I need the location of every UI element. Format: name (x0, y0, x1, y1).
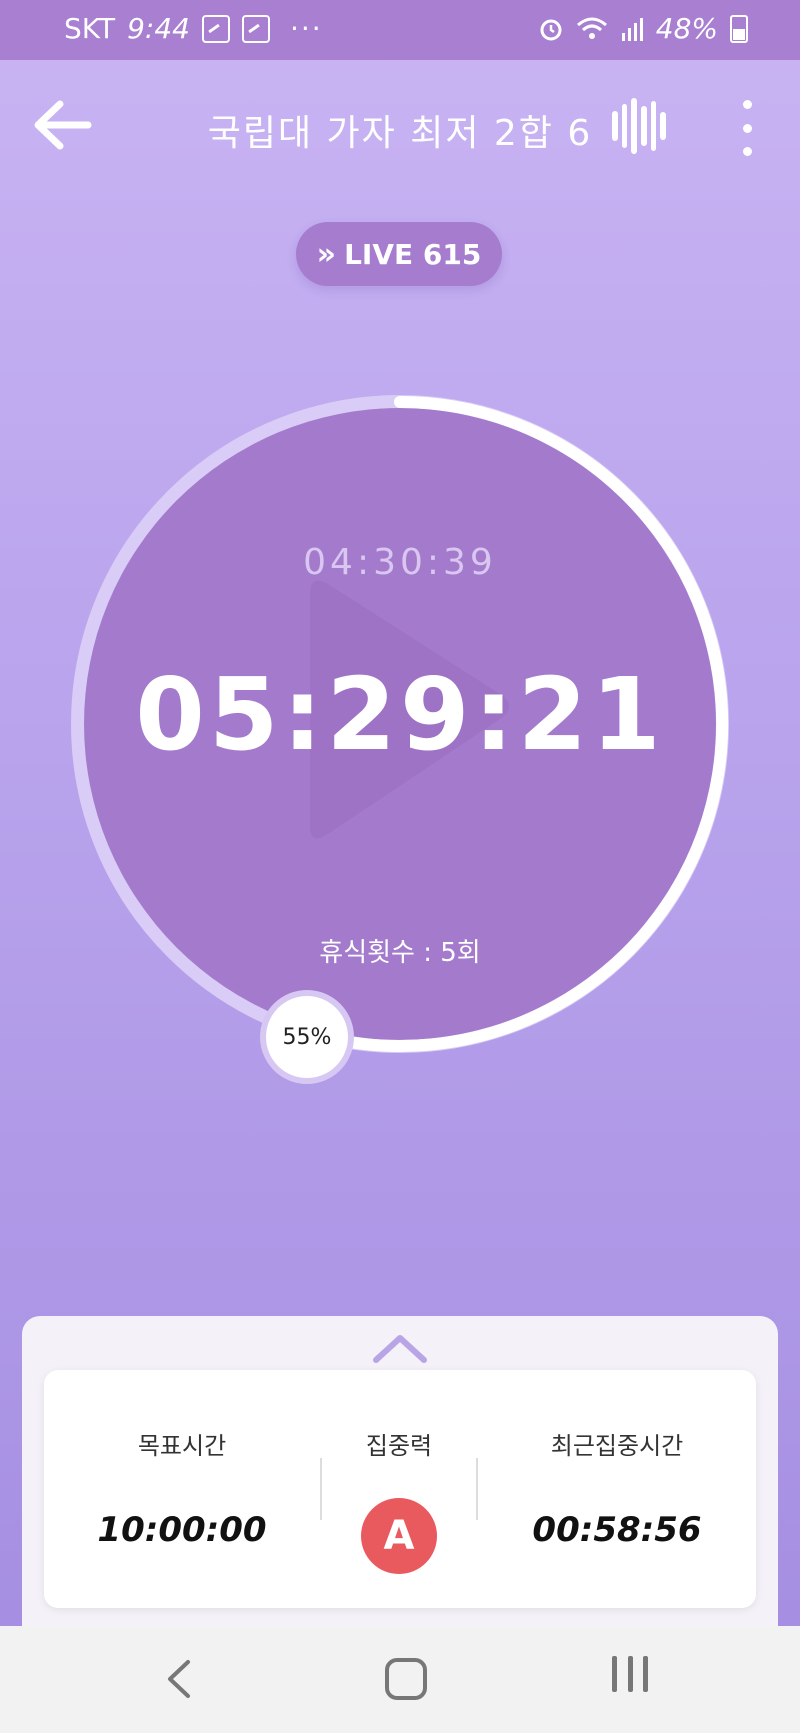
clock: 9:44 (127, 12, 190, 45)
stats-panel: 목표시간 10:00:00 집중력 A 최근집중시간 00:58:56 (22, 1316, 778, 1676)
notification-icon (241, 14, 270, 43)
alarm-icon (540, 19, 562, 40)
nav-home-icon[interactable] (385, 1658, 427, 1700)
rest-count: 휴식횟수 : 5회 (319, 938, 481, 968)
nav-recents-icon[interactable] (612, 1656, 648, 1698)
recent-value: 00:58:56 (532, 1510, 702, 1550)
live-button[interactable]: » LIVE 615 (296, 222, 502, 286)
chevron-up-icon[interactable] (372, 1330, 428, 1366)
timer-circle[interactable]: 04:30:39 05:29:21 휴식횟수 : 5회 55% (70, 394, 730, 1084)
goal-value: 10:00:00 (97, 1510, 267, 1550)
chevron-right-icon: » (316, 236, 337, 272)
status-bar: SKT 9:44 ··· 48% (0, 0, 800, 60)
status-bar-right: 48% (538, 12, 748, 45)
more-options-icon[interactable] (734, 100, 760, 156)
recent-label: 최근집중시간 (550, 1432, 684, 1460)
carrier-label: SKT (64, 12, 116, 45)
focus-label: 집중력 (365, 1432, 433, 1460)
live-label: LIVE 615 (344, 237, 482, 271)
app-bar: 국립대 가자 최저 2합 6 (0, 60, 800, 190)
signal-icon (621, 17, 643, 41)
progress-knob[interactable]: 55% (260, 990, 354, 1084)
goal-stat: 목표시간 10:00:00 (44, 1370, 320, 1608)
remaining-time: 04:30:39 (303, 542, 497, 583)
stats-card: 목표시간 10:00:00 집중력 A 최근집중시간 00:58:56 (44, 1370, 756, 1608)
sound-wave-icon[interactable] (612, 96, 667, 156)
nav-back-icon[interactable] (150, 1654, 210, 1704)
battery-icon (730, 14, 748, 43)
status-bar-left: SKT 9:44 ··· (64, 12, 323, 45)
focus-grade-badge: A (361, 1498, 437, 1574)
more-notifications-icon: ··· (289, 12, 323, 45)
recent-stat: 최근집중시간 00:58:56 (478, 1370, 756, 1608)
battery-percent: 48% (655, 12, 718, 45)
goal-label: 목표시간 (137, 1432, 227, 1460)
notification-icon (201, 14, 230, 43)
focus-stat: 집중력 A (322, 1370, 476, 1608)
system-nav-bar (0, 1626, 800, 1733)
elapsed-time: 05:29:21 (135, 656, 665, 773)
wifi-icon (576, 17, 607, 39)
page-title: 국립대 가자 최저 2합 6 (207, 113, 593, 154)
